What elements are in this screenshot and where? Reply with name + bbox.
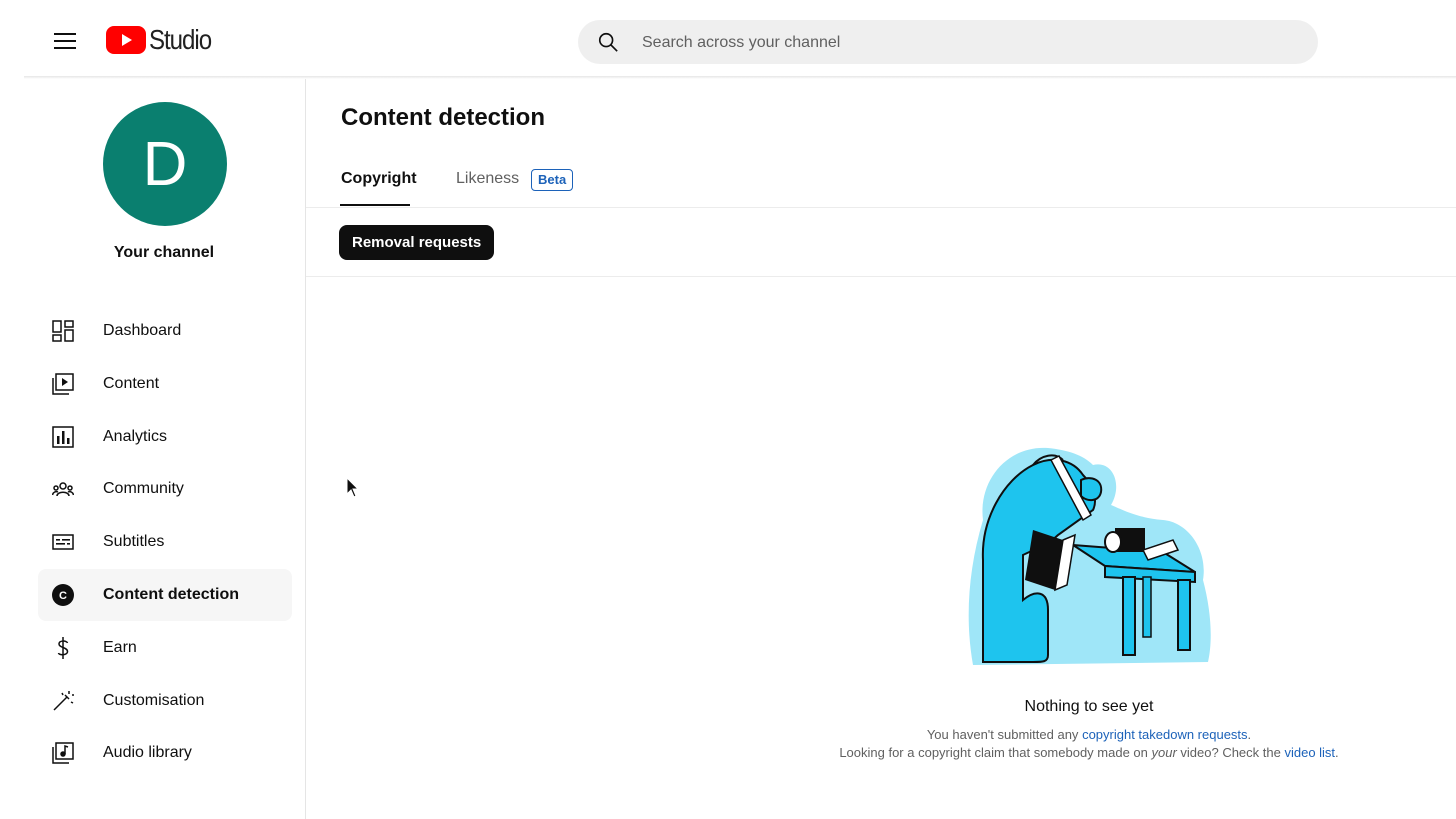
- empty-state-illustration: [968, 447, 1211, 665]
- content-detection-icon: C: [52, 584, 74, 606]
- sidebar-item-customisation[interactable]: Customisation: [38, 675, 292, 727]
- empty-state-text: Looking for a copyright claim that someb…: [839, 745, 1152, 760]
- sidebar-item-subtitles[interactable]: Subtitles: [38, 516, 292, 568]
- copyright-takedown-requests-link[interactable]: copyright takedown requests: [1082, 727, 1247, 742]
- video-list-link[interactable]: video list: [1284, 745, 1335, 760]
- empty-state-text: video? Check the: [1176, 745, 1285, 760]
- empty-state-emphasis: your: [1151, 745, 1177, 760]
- sidebar-item-label: Customisation: [103, 692, 205, 709]
- empty-state-message-1: You haven't submitted any copyright take…: [760, 727, 1418, 742]
- removal-requests-chip[interactable]: Removal requests: [339, 225, 495, 260]
- sidebar: D Your channel Dashboard Content Analyti…: [0, 79, 306, 819]
- empty-state-title: Nothing to see yet: [1024, 698, 1154, 715]
- sidebar-item-label: Community: [103, 480, 184, 497]
- mouse-cursor-icon: [346, 477, 360, 498]
- customisation-icon: [52, 690, 74, 712]
- community-icon: [52, 478, 74, 500]
- empty-state-text: .: [1247, 727, 1252, 742]
- earn-icon: [52, 637, 74, 659]
- dashboard-icon: [52, 320, 74, 342]
- sidebar-item-analytics[interactable]: Analytics: [38, 411, 292, 463]
- subtitles-icon: [52, 531, 74, 553]
- content-icon: [52, 373, 74, 395]
- youtube-play-icon: [106, 26, 146, 54]
- sidebar-item-label: Subtitles: [103, 533, 165, 550]
- avatar-letter: D: [142, 129, 188, 199]
- tab-likeness[interactable]: Likeness: [456, 170, 519, 188]
- menu-button[interactable]: [44, 20, 86, 62]
- sidebar-item-content-detection[interactable]: C Content detection: [38, 569, 292, 621]
- sidebar-item-label: Analytics: [103, 428, 168, 445]
- sidebar-item-community[interactable]: Community: [38, 463, 292, 515]
- hamburger-icon: [54, 33, 76, 49]
- sidebar-item-label: Earn: [103, 639, 137, 656]
- sidebar-item-audio-library[interactable]: Audio library: [38, 727, 292, 779]
- beta-badge: Beta: [531, 169, 574, 191]
- svg-text:C: C: [59, 590, 67, 602]
- sidebar-item-dashboard[interactable]: Dashboard: [38, 305, 292, 357]
- tab-selected-indicator: [340, 204, 410, 206]
- empty-state-message-2: Looking for a copyright claim that someb…: [760, 745, 1418, 760]
- filter-divider: [306, 276, 1456, 277]
- analytics-icon: [52, 426, 74, 448]
- sidebar-item-earn[interactable]: Earn: [38, 622, 292, 674]
- search-bar[interactable]: [578, 20, 1318, 66]
- avatar[interactable]: D: [103, 102, 227, 226]
- tabs-divider: [306, 207, 1456, 208]
- sidebar-item-content[interactable]: Content: [38, 358, 292, 410]
- audio-library-icon: [52, 742, 74, 764]
- logo-text: Studio: [149, 24, 212, 55]
- page-title: Content detection: [341, 104, 545, 131]
- tab-copyright[interactable]: Copyright: [341, 170, 417, 188]
- sidebar-item-label: Content: [103, 375, 160, 392]
- channel-label: Your channel: [113, 244, 215, 261]
- search-icon[interactable]: [597, 31, 619, 53]
- empty-state-text: .: [1335, 745, 1339, 760]
- studio-logo[interactable]: Studio: [106, 24, 221, 56]
- sidebar-item-label: Dashboard: [103, 322, 182, 339]
- top-bar: Studio: [0, 0, 1456, 76]
- sidebar-item-label: Content detection: [103, 586, 239, 603]
- sidebar-item-label: Audio library: [103, 744, 192, 761]
- search-input[interactable]: [640, 20, 1284, 66]
- empty-state-text: You haven't submitted any: [926, 727, 1083, 742]
